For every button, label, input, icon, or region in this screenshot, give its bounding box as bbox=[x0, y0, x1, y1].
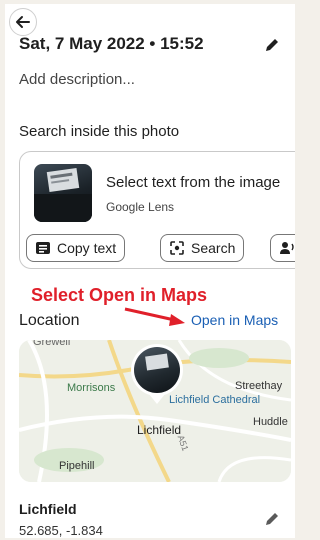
map-pin-pointer bbox=[149, 394, 165, 404]
pencil-icon[interactable] bbox=[263, 36, 281, 54]
location-title: Location bbox=[19, 312, 80, 329]
add-description-field[interactable]: Add description... bbox=[19, 71, 135, 88]
lens-card-title: Select text from the image bbox=[106, 174, 281, 191]
text-icon bbox=[36, 242, 50, 254]
map-label-morrisons: Morrisons bbox=[67, 382, 116, 394]
photo-thumbnail-image bbox=[34, 168, 92, 222]
open-in-maps-link[interactable]: Open in Maps bbox=[191, 312, 278, 328]
lens-icon bbox=[170, 241, 184, 255]
annotation-text: Select Open in Maps bbox=[31, 285, 208, 305]
search-label: Search bbox=[191, 240, 236, 256]
person-icon bbox=[280, 242, 294, 254]
map-label-huddle: Huddle bbox=[253, 416, 288, 428]
map-label-cathedral: Lichfield Cathedral bbox=[169, 394, 261, 406]
pencil-icon[interactable] bbox=[263, 510, 281, 528]
photo-thumbnail bbox=[34, 164, 92, 222]
photo-info-panel: Sat, 7 May 2022 • 15:52 Add description.… bbox=[5, 4, 295, 538]
back-button[interactable] bbox=[9, 8, 37, 36]
arrow-left-icon bbox=[16, 16, 30, 28]
lens-card-subtitle: Google Lens bbox=[106, 200, 175, 214]
place-name: Lichfield bbox=[19, 501, 77, 517]
map-label-top: Grewell bbox=[33, 340, 71, 348]
copy-text-label: Copy text bbox=[57, 240, 117, 256]
annotation-arrow-icon bbox=[124, 307, 185, 326]
coordinates: 52.685, -1.834 bbox=[19, 523, 103, 538]
copy-text-button[interactable]: Copy text bbox=[26, 234, 126, 262]
search-section-title: Search inside this photo bbox=[19, 123, 180, 140]
google-lens-card[interactable]: Select text from the image Google Lens C… bbox=[19, 151, 295, 269]
map-label-lichfield: Lichfield bbox=[137, 423, 182, 437]
search-button[interactable]: Search bbox=[160, 234, 245, 262]
people-button[interactable] bbox=[270, 234, 295, 262]
map-label-pipehill: Pipehill bbox=[59, 460, 95, 472]
map-photo-pin[interactable] bbox=[131, 344, 183, 396]
map-label-streethay: Streethay bbox=[235, 380, 283, 392]
location-map[interactable]: Grewell Morrisons Streethay Lichfield Ca… bbox=[19, 340, 291, 482]
date-time: Sat, 7 May 2022 • 15:52 bbox=[19, 34, 204, 53]
